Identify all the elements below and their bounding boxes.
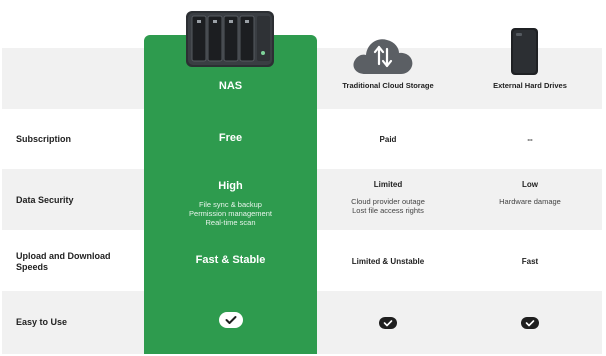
hdd-speed-value: Fast xyxy=(521,257,539,266)
cloud-subscription-value: Paid xyxy=(379,135,397,144)
cloud-security-value: Limited xyxy=(373,180,403,189)
row-label-subscription: Subscription xyxy=(16,134,72,144)
nas-check-icon xyxy=(219,312,243,333)
hdd-security-detail: Hardware damage xyxy=(499,197,561,206)
nas-security-value: High xyxy=(218,180,243,192)
nas-subscription-value: Free xyxy=(218,132,243,144)
nas-speed-value: Fast & Stable xyxy=(195,254,266,266)
cloud-column-title: Traditional Cloud Storage xyxy=(342,81,434,90)
cloud-security-detail: Lost file access rights xyxy=(352,206,424,215)
hdd-security-value: Low xyxy=(522,180,538,189)
row-label-speed-line1: Upload and Download xyxy=(16,251,111,261)
nas-security-detail: Real-time scan xyxy=(205,218,256,227)
nas-device-icon xyxy=(186,11,276,74)
cloud-sync-icon xyxy=(351,34,415,81)
hdd-subscription-value: -- xyxy=(527,135,533,144)
row-label-security: Data Security xyxy=(16,195,74,205)
hdd-column-title: External Hard Drives xyxy=(493,81,567,90)
hdd-check-icon xyxy=(521,316,539,334)
external-drive-icon xyxy=(510,27,540,82)
nas-column-title: NAS xyxy=(218,80,243,92)
row-label-easy: Easy to Use xyxy=(16,317,68,327)
cloud-check-icon xyxy=(379,316,397,334)
cloud-speed-value: Limited & Unstable xyxy=(351,257,425,266)
row-label-speed-line2: Speeds xyxy=(16,262,49,272)
